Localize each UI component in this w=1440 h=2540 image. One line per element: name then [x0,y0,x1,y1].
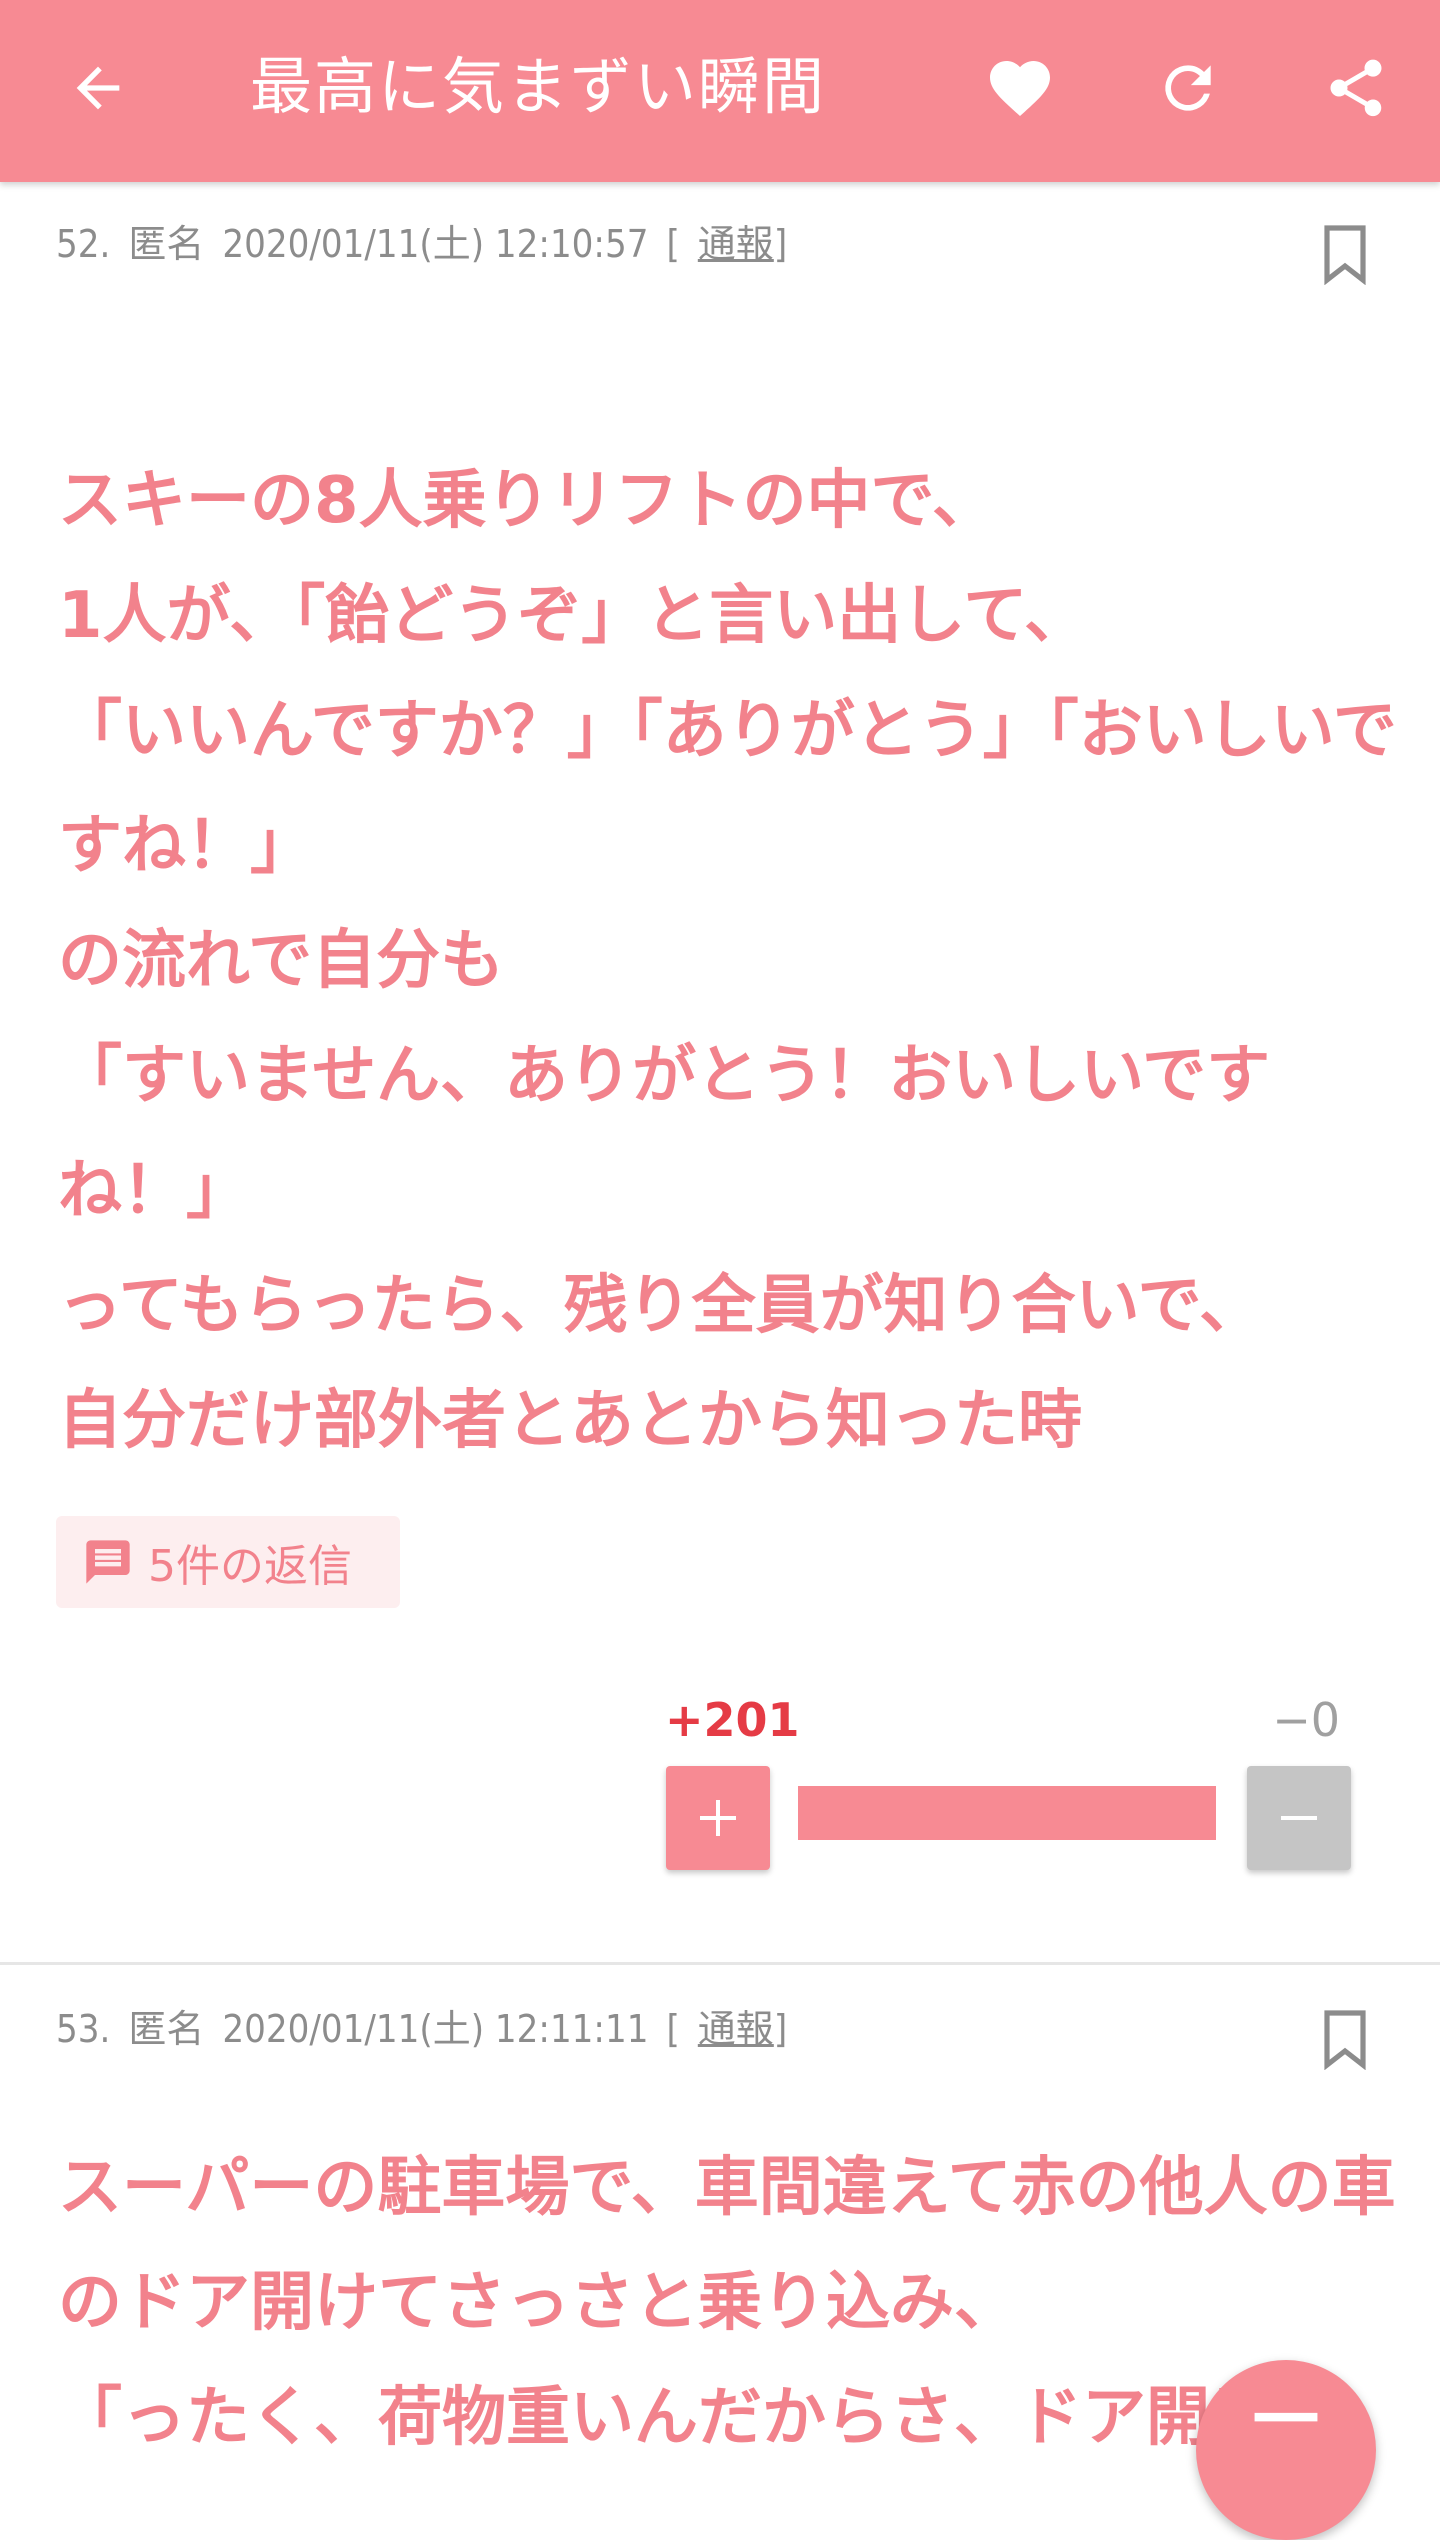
report-link[interactable]: 通報 [698,2007,774,2051]
share-icon [1330,59,1382,117]
page-title: 最高に気まずい瞬間 [250,50,827,123]
refresh-icon [1165,65,1211,111]
share-button[interactable] [1296,38,1416,138]
comment-author: 匿名 [128,222,205,266]
vote-ratio-bar [798,1786,1216,1840]
minus-count: −0 [1272,1693,1340,1747]
favorite-button[interactable] [960,38,1080,138]
refresh-button[interactable] [1128,38,1248,138]
bookmark-button[interactable] [1310,214,1380,294]
app-bar: 最高に気まずい瞬間 [0,0,1440,182]
replies-label: 5件の返信 [148,1541,352,1592]
comment-body: スキーの8人乗りリフトの中で、 1人が、「飴どうぞ」と言い出して、 「いいんです… [58,464,1397,1458]
heart-icon [990,61,1050,117]
back-arrow-icon [76,66,120,110]
comment-meta: 52. 匿名 2020/01/11(土) 12:10:57[通報] [56,222,788,266]
bookmark-icon [1324,225,1366,285]
comment-meta: 53. 匿名 2020/01/11(土) 12:11:11[通報] [56,2007,788,2051]
vote-ratio-fill [798,1786,1216,1840]
plus-count: +201 [665,1693,800,1747]
comment-number: 53. [56,2007,111,2051]
upvote-button[interactable] [666,1766,770,1870]
comment-author: 匿名 [128,2007,205,2051]
comment-timestamp: 2020/01/11(土) 12:10:57 [222,222,649,266]
comment-icon [86,1540,130,1584]
minus-icon [1281,1816,1317,1820]
comment-timestamp: 2020/01/11(土) 12:11:11 [222,2007,649,2051]
plus-icon [700,1800,736,1836]
replies-button[interactable]: 5件の返信 [56,1516,400,1608]
bookmark-button[interactable] [1310,1999,1380,2079]
comment-body: スーパーの駐車場で、車間違えて赤の他人の車のドア開けてさっさと乗り込み、 「った… [58,2151,1396,2455]
compose-fab[interactable] [1196,2360,1376,2540]
comment-53: 53. 匿名 2020/01/11(土) 12:11:11[通報] スーパーの駐車場… [0,1965,1440,2455]
comment-number: 52. [56,222,111,266]
downvote-button[interactable] [1247,1766,1351,1870]
menu-icon [1254,2412,1318,2422]
report-link[interactable]: 通報 [698,222,774,266]
comment-52: 52. 匿名 2020/01/11(土) 12:10:57[通報] スキーの8人乗り… [0,0,1440,1962]
back-button[interactable] [38,38,158,138]
bookmark-icon [1324,2010,1366,2070]
